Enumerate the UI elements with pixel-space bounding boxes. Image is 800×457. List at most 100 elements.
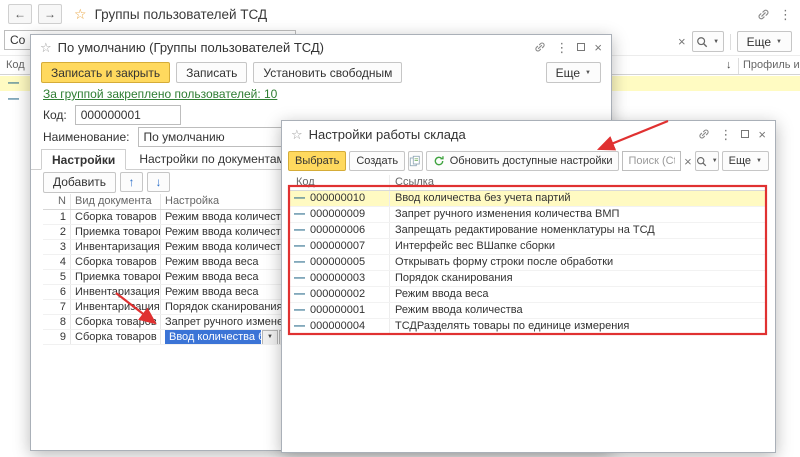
tab-settings[interactable]: Настройки	[41, 149, 126, 170]
select-button[interactable]: Выбрать	[288, 151, 346, 171]
create-button[interactable]: Создать	[349, 151, 405, 171]
combo-dropdown-button[interactable]: ▼	[262, 330, 278, 344]
save-and-close-label: Записать и закрыть	[51, 66, 160, 80]
table-row-selected[interactable]: —000000010 Ввод количества без учета пар…	[290, 191, 767, 207]
favorite-star-icon[interactable]: ☆	[74, 7, 87, 21]
link-icon[interactable]	[698, 128, 710, 140]
cell-code: 000000010	[310, 191, 365, 206]
table-row[interactable]: —000000002 Режим ввода веса	[290, 287, 767, 303]
move-down-button[interactable]: ↓	[147, 172, 170, 192]
table-row[interactable]: —000000001 Режим ввода количества	[290, 303, 767, 319]
cell-code: 000000005	[310, 255, 365, 270]
col-n[interactable]: N	[43, 194, 71, 209]
cell-n: 9	[43, 330, 71, 344]
clear-search-icon[interactable]: ×	[684, 155, 692, 168]
cell-ref: Режим ввода количества	[390, 303, 767, 318]
code-label: Код:	[43, 108, 67, 122]
search-button[interactable]: ▼	[695, 151, 719, 171]
save-and-close-button[interactable]: Записать и закрыть	[41, 62, 170, 83]
list-item-dash-icon: —	[294, 287, 305, 302]
cell-doc: Сборка товаров	[71, 330, 161, 344]
setting-combo-value[interactable]: Ввод количества без	[165, 330, 261, 344]
cell-code: 000000006	[310, 223, 365, 238]
save-button[interactable]: Записать	[176, 62, 247, 83]
dialog2-titlebar: ☆ Настройки работы склада ⋮ ×	[282, 121, 775, 147]
maximize-icon[interactable]	[741, 130, 749, 138]
table-row[interactable]: —000000007 Интерфейс вес ВШапке сборки	[290, 239, 767, 255]
table-row[interactable]: —000000009 Запрет ручного изменения коли…	[290, 207, 767, 223]
table-row[interactable]: —000000004 ТСДРазделять товары по единиц…	[290, 319, 767, 335]
list-item-dash-icon: —	[294, 239, 305, 254]
link-icon[interactable]	[757, 8, 770, 21]
back-button[interactable]: ←	[8, 4, 32, 24]
maximize-icon[interactable]	[577, 43, 585, 51]
favorite-star-icon[interactable]: ☆	[40, 41, 52, 54]
cell-code: 000000009	[310, 207, 365, 222]
main-toolbar: ← → ☆ Группы пользователей ТСД ⋮	[0, 0, 800, 28]
close-icon[interactable]: ×	[758, 128, 766, 141]
list-item-dash-icon: —	[8, 93, 19, 106]
table-row[interactable]: —000000003 Порядок сканирования	[290, 271, 767, 287]
down-arrow-icon: ↓	[156, 175, 162, 189]
set-free-label: Установить свободным	[263, 66, 392, 80]
col-ref[interactable]: Ссылка	[390, 175, 767, 190]
list-item-dash-icon: —	[8, 77, 19, 90]
settings-search-input[interactable]	[622, 151, 681, 171]
column-divider	[738, 58, 739, 74]
clear-search-icon[interactable]: ×	[678, 35, 686, 48]
dialog2-window-icons: ⋮ ×	[698, 128, 766, 141]
copy-button[interactable]	[408, 151, 423, 171]
cell-n: 8	[43, 315, 71, 329]
create-label: Создать	[356, 155, 398, 167]
kebab-menu-icon[interactable]: ⋮	[555, 41, 568, 54]
dialog1-title: По умолчанию (Группы пользователей ТСД)	[58, 40, 324, 55]
main-more-button[interactable]: Еще ▼	[737, 31, 792, 52]
forward-icon: →	[44, 7, 56, 21]
dialog2-more-button[interactable]: Еще ▼	[722, 151, 769, 171]
code-field[interactable]	[75, 105, 181, 125]
search-icon	[696, 36, 708, 48]
tab-document-settings[interactable]: Настройки по документам	[128, 148, 295, 169]
cell-ref: Открывать форму строки после обработки	[390, 255, 767, 270]
more-label: Еще	[556, 66, 580, 80]
cell-doc: Инвентаризация тов...	[71, 300, 161, 314]
more-label: Еще	[747, 35, 771, 49]
sort-desc-icon: ↓	[726, 59, 732, 71]
cell-doc: Приемка товаров	[71, 270, 161, 284]
move-up-button[interactable]: ↑	[120, 172, 143, 192]
assigned-users-link[interactable]: За группой закреплено пользователей: 10	[43, 87, 277, 101]
cell-doc: Сборка товаров	[71, 210, 161, 224]
cell-n: 2	[43, 225, 71, 239]
back-icon: ←	[14, 7, 26, 21]
forward-button[interactable]: →	[38, 4, 62, 24]
refresh-settings-button[interactable]: Обновить доступные настройки	[426, 151, 620, 171]
link-icon[interactable]	[534, 41, 546, 53]
cell-n: 7	[43, 300, 71, 314]
cell-code: 000000002	[310, 287, 365, 302]
kebab-menu-icon[interactable]: ⋮	[719, 128, 732, 141]
kebab-menu-icon[interactable]: ⋮	[779, 8, 792, 21]
dialog1-command-bar: Записать и закрыть Записать Установить с…	[31, 59, 611, 86]
cell-code: 000000004	[310, 319, 365, 334]
search-button[interactable]: ▼	[692, 31, 724, 52]
copy-icon	[409, 155, 421, 167]
close-icon[interactable]: ×	[594, 41, 602, 54]
favorite-star-icon[interactable]: ☆	[291, 128, 303, 141]
chevron-down-icon: ▼	[713, 39, 719, 45]
col-doc-type[interactable]: Вид документа	[71, 194, 161, 209]
cell-ref: Ввод количества без учета партий	[390, 191, 767, 206]
column-header-code[interactable]: Код	[6, 59, 25, 71]
set-free-button[interactable]: Установить свободным	[253, 62, 402, 83]
warehouse-settings-table: Код Ссылка —000000010 Ввод количества бе…	[290, 175, 767, 335]
chevron-down-icon: ▼	[585, 70, 591, 76]
cell-n: 3	[43, 240, 71, 254]
col-code[interactable]: Код	[290, 175, 390, 190]
dialog1-more-button[interactable]: Еще ▼	[546, 62, 601, 83]
add-button[interactable]: Добавить	[43, 172, 116, 193]
refresh-label: Обновить доступные настройки	[450, 155, 613, 167]
chevron-down-icon: ▼	[712, 158, 718, 164]
cell-code: 000000001	[310, 303, 365, 318]
column-header-profile[interactable]: Профиль интерфейса	[743, 59, 800, 71]
table-row[interactable]: —000000005 Открывать форму строки после …	[290, 255, 767, 271]
table-row[interactable]: —000000006 Запрещать редактирование номе…	[290, 223, 767, 239]
